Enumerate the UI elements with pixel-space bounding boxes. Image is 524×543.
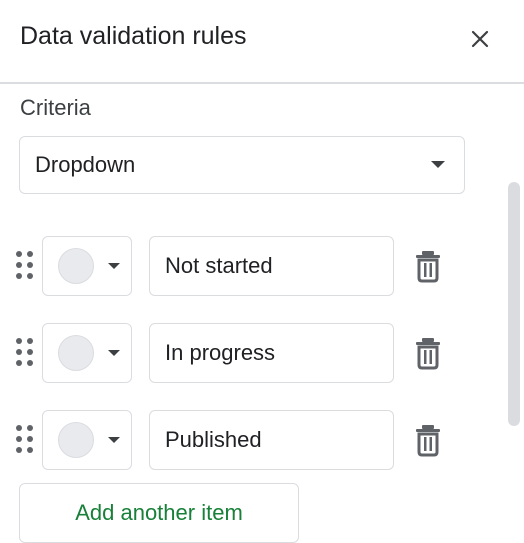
item-value-input[interactable] [149, 323, 394, 383]
header-divider [0, 82, 524, 84]
color-picker[interactable] [42, 410, 132, 470]
add-another-item-button[interactable]: Add another item [19, 483, 299, 543]
caret-down-icon [108, 263, 120, 269]
trash-icon [416, 251, 440, 283]
drag-handle-icon[interactable] [16, 425, 34, 455]
drag-handle-icon[interactable] [16, 251, 34, 281]
delete-button[interactable] [412, 336, 444, 370]
scrollbar[interactable] [508, 182, 520, 426]
color-swatch [58, 335, 94, 371]
color-picker[interactable] [42, 323, 132, 383]
criteria-dropdown[interactable]: Dropdown [19, 136, 465, 194]
caret-down-icon [108, 350, 120, 356]
caret-down-icon [431, 161, 445, 168]
criteria-label: Criteria [20, 95, 91, 120]
close-icon [471, 30, 489, 48]
list-item [0, 410, 470, 470]
drag-handle-icon[interactable] [16, 338, 34, 368]
close-button[interactable] [466, 25, 494, 53]
list-item [0, 236, 470, 296]
item-value-input[interactable] [149, 410, 394, 470]
panel-title: Data validation rules [20, 22, 247, 50]
delete-button[interactable] [412, 423, 444, 457]
color-picker[interactable] [42, 236, 132, 296]
color-swatch [58, 248, 94, 284]
color-swatch [58, 422, 94, 458]
trash-icon [416, 338, 440, 370]
item-value-input[interactable] [149, 236, 394, 296]
criteria-selected-value: Dropdown [35, 152, 136, 177]
list-item [0, 323, 470, 383]
caret-down-icon [108, 437, 120, 443]
delete-button[interactable] [412, 249, 444, 283]
trash-icon [416, 425, 440, 457]
